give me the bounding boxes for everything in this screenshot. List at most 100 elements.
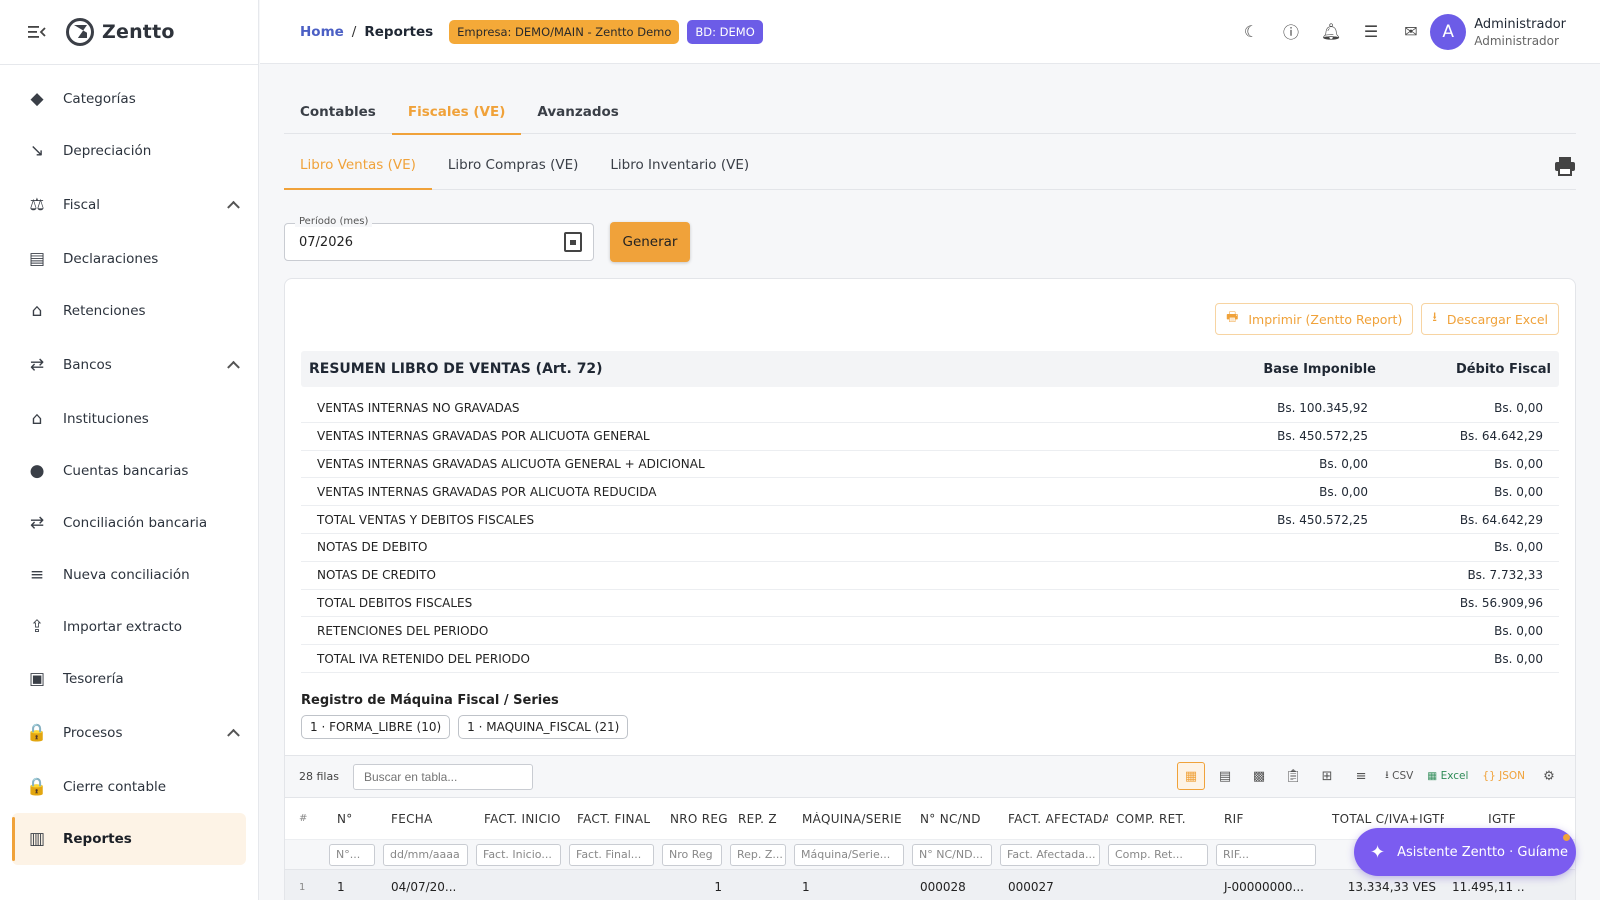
tab-avanzados[interactable]: Avanzados (521, 90, 634, 134)
zentto-logo-icon (66, 18, 94, 46)
export-csv-button[interactable]: ⭳ CSV (1381, 762, 1417, 790)
grid-layout-icon[interactable]: ⊞ (1313, 762, 1341, 790)
column-filter-input[interactable]: Comp. Ret... (1108, 843, 1208, 866)
column-filter-input[interactable]: N° NC/ND... (912, 843, 992, 866)
sidebar-item-categorías[interactable]: ◆ Categorías (0, 73, 258, 125)
user-menu[interactable]: A Administrador Administrador (1430, 14, 1566, 50)
tab-contables[interactable]: Contables (284, 90, 392, 134)
assistant-button[interactable]: ✦ Asistente Zentto · Guíame (1354, 828, 1576, 876)
machine-chip[interactable]: 1 · MAQUINA_FISCAL (21) (458, 715, 629, 739)
tab-libro-compras[interactable]: Libro Compras (VE) (432, 141, 595, 189)
download-excel-button[interactable]: ⭳ Descargar Excel (1421, 303, 1559, 335)
sidebar-item-depreciación[interactable]: ↘ Depreciación (0, 125, 258, 177)
column-header[interactable]: N° (329, 812, 383, 826)
chevron-up-icon[interactable] (227, 360, 240, 374)
chevron-up-icon[interactable] (227, 200, 240, 214)
tab-fiscales[interactable]: Fiscales (VE) (391, 90, 522, 135)
period-field[interactable]: Período (mes) 07/2026 (284, 216, 594, 261)
notifications-bell-icon[interactable]: 🔔︎ (1321, 22, 1341, 41)
column-filter-input[interactable]: N°... (329, 843, 375, 866)
sidebar-item-importar-extracto[interactable]: ⇪ Importar extracto (0, 601, 258, 653)
column-header[interactable]: NRO REG (662, 812, 730, 826)
export-excel-button[interactable]: ▦ Excel (1423, 762, 1472, 790)
settings-gear-icon[interactable]: ⚙ (1535, 762, 1563, 790)
print-report-button[interactable]: 🖶 Imprimir (Zentto Report) (1215, 303, 1414, 335)
column-header[interactable]: MÁQUINA/SERIE (794, 812, 912, 826)
export-json-button[interactable]: {} JSON (1478, 762, 1529, 790)
column-filter-input[interactable]: Fact. Inicio... (476, 843, 561, 866)
column-header[interactable]: REP. Z (730, 812, 794, 826)
column-header[interactable]: N° NC/ND (912, 812, 1000, 826)
column-header[interactable]: FACT. INICIO (476, 812, 569, 826)
tab-libro-inventario[interactable]: Libro Inventario (VE) (594, 141, 765, 189)
column-header[interactable]: RIF (1216, 812, 1324, 826)
breadcrumb-home[interactable]: Home (300, 24, 344, 40)
summary-debit: Bs. 0,00 (1494, 484, 1543, 499)
sidebar-item-instituciones[interactable]: ⌂ Instituciones (0, 393, 258, 445)
sidebar-item-retenciones[interactable]: ⌂ Retenciones (0, 285, 258, 337)
sidebar-item-nueva-conciliación[interactable]: ≡ Nueva conciliación (0, 549, 258, 601)
sidebar-item-cuentas-bancarias[interactable]: ● Cuentas bancarias (0, 445, 258, 497)
download-icon: ⭳ (1432, 310, 1437, 325)
mail-icon[interactable]: ✉ (1402, 22, 1420, 41)
summary-row: TOTAL VENTAS Y DEBITOS FISCALES Bs. 450.5… (301, 506, 1559, 534)
column-header[interactable]: FECHA (383, 812, 476, 826)
summary-debit: Bs. 0,00 (1494, 540, 1543, 555)
grid-search-input[interactable] (352, 763, 533, 790)
sidebar-item-procesos[interactable]: 🔒 Procesos (0, 705, 258, 761)
table-cell: 000027 (1008, 880, 1054, 894)
print-report-label: Imprimir (Zentto Report) (1248, 311, 1403, 327)
sidebar-item-fiscal[interactable]: ⚖ Fiscal (0, 177, 258, 233)
summary-debit: Bs. 64.642,29 (1459, 512, 1543, 527)
column-filter-input[interactable]: Nro Reg (662, 843, 722, 866)
table-cell: 1 (802, 880, 810, 894)
column-filter-input[interactable]: Máquina/Serie... (794, 843, 904, 866)
column-header[interactable]: # (285, 813, 329, 824)
card-view-icon[interactable]: ▩ (1245, 762, 1273, 790)
column-filter-input[interactable]: Fact. Final... (569, 843, 654, 866)
task-list-icon[interactable]: ☰ (1362, 22, 1380, 41)
clipboard-icon[interactable]: 📋︎ (1279, 762, 1307, 790)
column-filter-input[interactable]: Fact. Afectada... (1000, 843, 1100, 866)
column-filter-input[interactable]: RIF... (1216, 843, 1316, 866)
column-header[interactable]: TOTAL C/IVA+IGTF (1324, 812, 1444, 826)
sidebar-item-declaraciones[interactable]: ▤ Declaraciones (0, 233, 258, 285)
download-icon: ⭳ (1385, 769, 1389, 781)
period-value[interactable]: 07/2026 (299, 235, 353, 250)
column-header[interactable]: IGTF (1444, 812, 1524, 826)
sidebar-item-label: Cierre contable (63, 779, 167, 795)
sidebar-item-conciliación-bancaria[interactable]: ⇄ Conciliación bancaria (0, 497, 258, 549)
breadcrumb-current: Reportes (364, 23, 434, 40)
sidebar-item-tesorería[interactable]: ▣ Tesorería (0, 653, 258, 705)
lock-icon: 🔒 (26, 723, 48, 743)
table-view-icon[interactable]: ▦ (1177, 762, 1206, 790)
period-label: Período (mes) (295, 216, 373, 227)
dark-mode-icon[interactable]: ☾ (1242, 22, 1260, 41)
print-icon[interactable] (1554, 156, 1576, 176)
table-cell: 1 (337, 880, 345, 894)
menu-collapse-icon[interactable] (28, 25, 46, 39)
avatar[interactable]: A (1430, 14, 1467, 50)
column-header[interactable]: COMP. RET. (1108, 812, 1216, 826)
sidebar-item-label: Retenciones (63, 303, 146, 319)
help-icon[interactable]: ⓘ (1282, 22, 1300, 42)
company-chip[interactable]: Empresa: DEMO/MAIN - Zentto Demo (449, 19, 680, 44)
machine-chip[interactable]: 1 · FORMA_LIBRE (10) (301, 715, 451, 739)
column-filter-input[interactable]: dd/mm/aaaa (383, 843, 468, 866)
column-filter-input[interactable]: Rep. Z... (730, 843, 786, 866)
list-view-icon[interactable]: ▤ (1211, 762, 1239, 790)
summary-row: RETENCIONES DEL PERIODO Bs. 0,00 (301, 617, 1559, 646)
top-header: Home / Reportes Empresa: DEMO/MAIN - Zen… (260, 0, 1600, 64)
sidebar-item-bancos[interactable]: ⇄ Bancos (0, 337, 258, 393)
tab-libro-ventas[interactable]: Libro Ventas (VE) (284, 141, 432, 190)
calendar-icon[interactable] (564, 232, 582, 252)
chevron-up-icon[interactable] (227, 728, 240, 742)
density-icon[interactable]: ≡ (1347, 762, 1375, 790)
sidebar-item-cierre-contable[interactable]: 🔒 Cierre contable (0, 761, 258, 813)
column-header[interactable]: FACT. FINAL (569, 812, 662, 826)
column-header[interactable]: FACT. AFECTADA (1000, 812, 1108, 826)
database-chip[interactable]: BD: DEMO (687, 19, 763, 44)
json-label: JSON (1499, 770, 1525, 782)
generate-button[interactable]: Generar (610, 222, 690, 262)
sidebar-item-reportes[interactable]: ▥ Reportes (12, 813, 246, 865)
